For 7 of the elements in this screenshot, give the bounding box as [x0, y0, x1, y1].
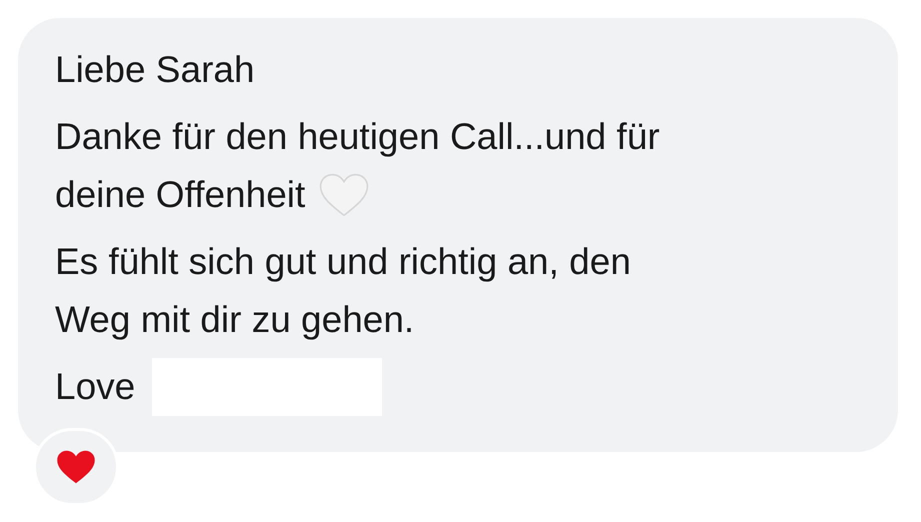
message-text: Es fühlt sich gut und richtig an, den	[55, 240, 631, 284]
message-text: Danke für den heutigen Call...und für	[55, 115, 660, 159]
message-text: Love	[55, 365, 136, 409]
message-text: Liebe Sarah	[55, 48, 255, 92]
heart-icon	[56, 449, 96, 485]
message-text: Weg mit dir zu gehen.	[55, 298, 414, 342]
message-text: deine Offenheit	[55, 173, 306, 217]
